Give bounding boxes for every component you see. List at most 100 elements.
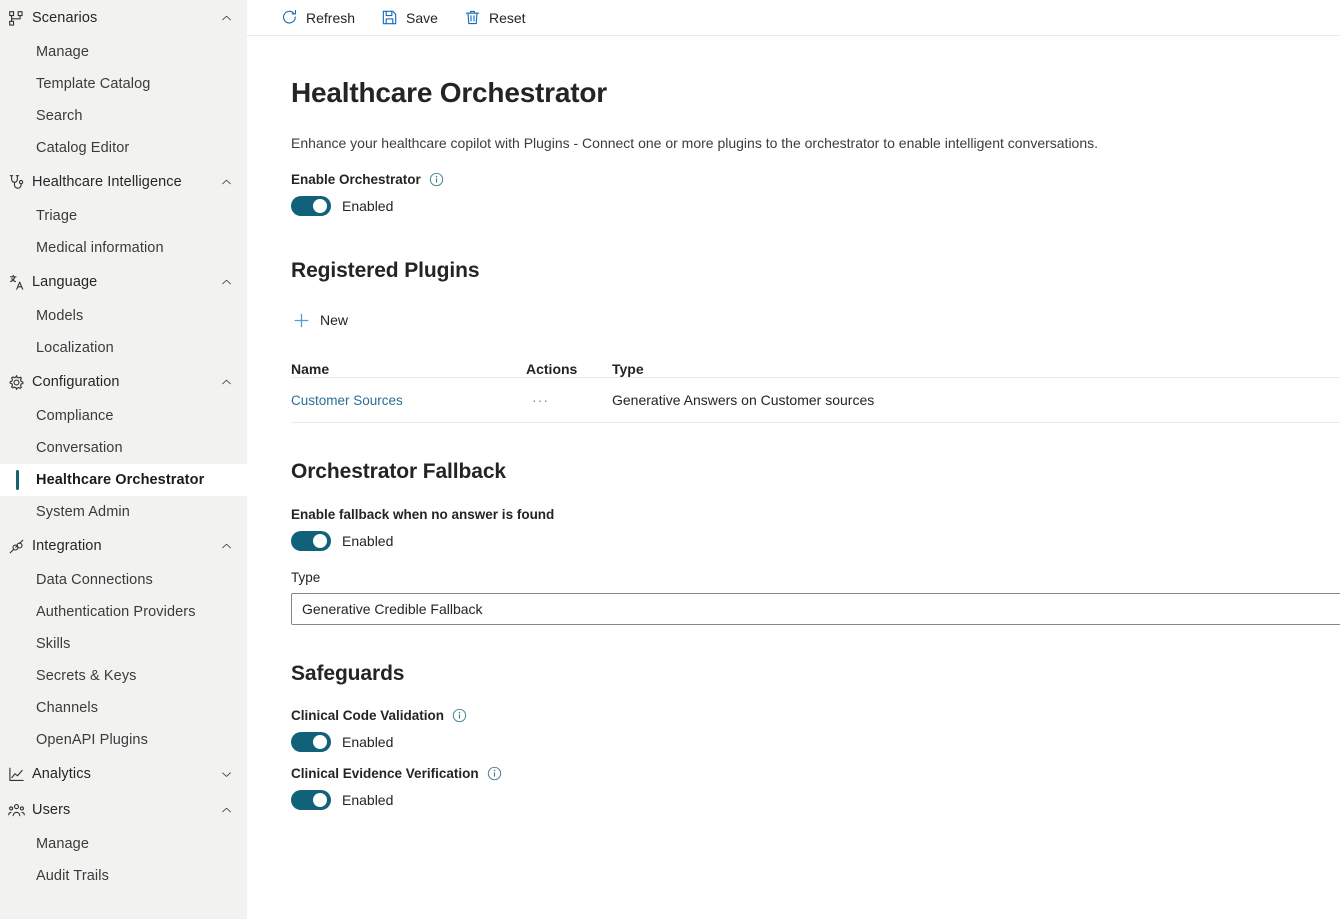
cell-type: Generative Answers on Customer sources (612, 392, 875, 409)
chevron-up-icon[interactable] (219, 176, 233, 189)
sidebar-item-label: System Admin (36, 504, 130, 520)
plugins-table-header: Name Actions Type (291, 349, 1340, 377)
chevron-up-icon[interactable] (219, 540, 233, 553)
chevron-up-icon[interactable] (219, 276, 233, 289)
sidebar-item-label: Conversation (36, 440, 123, 456)
sidebar-item-compliance[interactable]: Compliance (0, 400, 247, 432)
column-header-type[interactable]: Type (612, 361, 1340, 377)
toggle-knob (313, 793, 327, 808)
column-header-actions[interactable]: Actions (526, 361, 612, 377)
sidebar-item-secrets-keys[interactable]: Secrets & Keys (0, 660, 247, 692)
chevron-up-icon[interactable] (219, 376, 233, 389)
sidebar-item-label: Audit Trails (36, 868, 109, 884)
translate-icon (0, 274, 32, 291)
enable-fallback-label: Enable fallback when no answer is found (291, 507, 555, 523)
sidebar-item-manage[interactable]: Manage (0, 36, 247, 68)
sidebar-item-conversation[interactable]: Conversation (0, 432, 247, 464)
sidebar-item-audit-trails[interactable]: Audit Trails (0, 860, 247, 892)
new-plugin-button[interactable]: New (285, 305, 356, 335)
refresh-button[interactable]: Refresh (271, 3, 365, 33)
sidebar-item-label: Localization (36, 340, 114, 356)
table-row[interactable]: Customer Sources ··· Generative Answers on… (291, 377, 1340, 424)
plug-icon (0, 538, 32, 555)
enable-orchestrator-state: Enabled (342, 198, 394, 215)
safeguard-state: Enabled (342, 792, 394, 809)
sidebar-group-header-integration[interactable]: Integration (0, 528, 247, 564)
safeguard-toggle[interactable] (291, 732, 331, 753)
enable-fallback-toggle[interactable] (291, 531, 331, 552)
sidebar-nav-list: Scenarios Manage Template Catalog Search Cat… (0, 0, 247, 892)
sidebar-item-label: Models (36, 308, 84, 324)
fallback-type-input[interactable] (291, 593, 1340, 626)
sidebar-group-label: Integration (32, 538, 102, 554)
safeguard-label-row: Clinical Code Validation (291, 708, 1340, 723)
sidebar-group-header-analytics[interactable]: Analytics (0, 756, 247, 792)
save-button[interactable]: Save (371, 3, 448, 33)
sidebar-item-template-catalog[interactable]: Template Catalog (0, 68, 247, 100)
sidebar-item-models[interactable]: Models (0, 300, 247, 332)
cell-actions: ··· (526, 392, 612, 408)
safeguard-field-clinical-evidence-verification: Clinical Evidence Verification Enabled (291, 766, 1340, 811)
page-description: Enhance your healthcare copilot with Plu… (291, 134, 1099, 151)
enable-orchestrator-label: Enable Orchestrator (291, 172, 421, 188)
save-label: Save (406, 9, 438, 26)
sidebar-item-catalog-editor[interactable]: Catalog Editor (0, 132, 247, 164)
sidebar-item-authentication-providers[interactable]: Authentication Providers (0, 596, 247, 628)
sidebar-item-channels[interactable]: Channels (0, 692, 247, 724)
sidebar-item-label: Data Connections (36, 572, 153, 588)
sidebar-group-label: Users (32, 802, 71, 818)
enable-orchestrator-toggle[interactable] (291, 196, 331, 217)
sidebar-group-label: Scenarios (32, 10, 98, 26)
chevron-up-icon[interactable] (219, 12, 233, 25)
people-icon (0, 802, 32, 819)
sidebar-group-label: Configuration (32, 374, 120, 390)
sidebar-item-data-connections[interactable]: Data Connections (0, 564, 247, 596)
sidebar-group-label: Analytics (32, 766, 91, 782)
page-content: Healthcare Orchestrator Enhance your hea… (247, 76, 1340, 848)
sidebar-group-header-language[interactable]: Language (0, 264, 247, 300)
sidebar-item-label: Search (36, 108, 83, 124)
sidebar-item-search[interactable]: Search (0, 100, 247, 132)
reset-button[interactable]: Reset (454, 3, 536, 33)
registered-plugins-title: Registered Plugins (291, 259, 480, 283)
hierarchy-icon (0, 10, 32, 27)
cell-name: Customer Sources (291, 392, 526, 408)
new-plugin-label: New (320, 312, 349, 329)
row-actions-menu-icon[interactable]: ··· (526, 393, 555, 407)
sidebar-item-system-admin[interactable]: System Admin (0, 496, 247, 528)
enable-fallback-state: Enabled (342, 533, 394, 550)
refresh-label: Refresh (306, 9, 356, 26)
sidebar-item-healthcare-orchestrator[interactable]: Healthcare Orchestrator (0, 464, 247, 496)
sidebar-group-header-healthcare-intelligence[interactable]: Healthcare Intelligence (0, 164, 247, 200)
toggle-knob (313, 735, 327, 750)
sidebar-item-medical-information[interactable]: Medical information (0, 232, 247, 264)
save-icon (381, 9, 398, 26)
sidebar-item-localization[interactable]: Localization (0, 332, 247, 364)
sidebar-item-openapi-plugins[interactable]: OpenAPI Plugins (0, 724, 247, 756)
info-icon[interactable] (452, 708, 467, 723)
sidebar-item-skills[interactable]: Skills (0, 628, 247, 660)
sidebar-item-triage[interactable]: Triage (0, 200, 247, 232)
plugins-table-body: Customer Sources ··· Generative Answers on… (291, 377, 1340, 424)
sidebar-item-manage[interactable]: Manage (0, 828, 247, 860)
enable-fallback-field: Enable fallback when no answer is found … (291, 507, 1340, 552)
chevron-down-icon[interactable] (219, 768, 233, 781)
info-icon[interactable] (429, 172, 444, 187)
sidebar-group-header-configuration[interactable]: Configuration (0, 364, 247, 400)
enable-orchestrator-field: Enable Orchestrator Enabled (291, 172, 1340, 217)
plugin-name-link[interactable]: Customer Sources (291, 393, 403, 408)
sidebar-item-label: Manage (36, 44, 89, 60)
enable-fallback-label-row: Enable fallback when no answer is found (291, 507, 1340, 522)
toggle-knob (313, 534, 327, 549)
safeguard-toggle-row: Enabled (291, 790, 1340, 811)
info-icon[interactable] (487, 766, 502, 781)
safeguard-toggle[interactable] (291, 790, 331, 811)
plugins-table: Name Actions Type Customer Sources ··· Gen… (291, 349, 1340, 424)
sidebar-item-label: Template Catalog (36, 76, 151, 92)
safeguards-list: Clinical Code Validation Enabled Clinical … (291, 708, 1340, 811)
sidebar-item-label: Authentication Providers (36, 604, 196, 620)
sidebar-group-header-scenarios[interactable]: Scenarios (0, 0, 247, 36)
column-header-name[interactable]: Name (291, 361, 526, 377)
sidebar-group-header-users[interactable]: Users (0, 792, 247, 828)
chevron-up-icon[interactable] (219, 804, 233, 817)
